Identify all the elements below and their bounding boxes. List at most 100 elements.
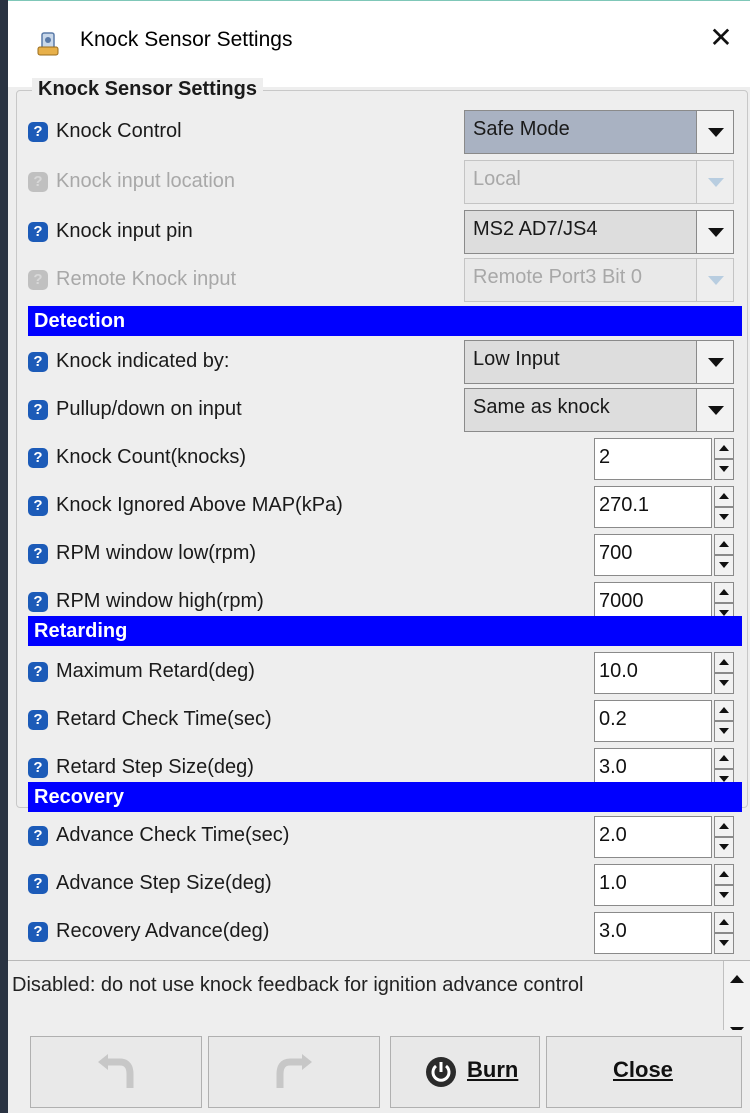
advance-check-time-input[interactable]: 2.0: [594, 816, 712, 858]
help-icon[interactable]: ?: [28, 400, 48, 420]
retard-check-time-input[interactable]: 0.2: [594, 700, 712, 742]
setting-row-advance-step-size: ? Advance Step Size(deg) 1.0: [24, 862, 742, 908]
spin-up-icon[interactable]: [714, 438, 734, 459]
setting-row-knock-input-pin: ? Knock input pin MS2 AD7/JS4: [24, 210, 742, 256]
maximum-retard-input[interactable]: 10.0: [594, 652, 712, 694]
spin-up-icon[interactable]: [714, 864, 734, 885]
setting-label: RPM window low(rpm): [56, 542, 257, 564]
input-value: 3.0: [599, 756, 627, 778]
close-label: Close: [613, 1057, 673, 1082]
advance-step-size-input[interactable]: 1.0: [594, 864, 712, 906]
close-button[interactable]: Close: [546, 1036, 742, 1108]
chevron-down-icon[interactable]: [696, 111, 733, 153]
knock-control-select[interactable]: Safe Mode: [464, 110, 734, 154]
chevron-down-icon[interactable]: [696, 211, 733, 253]
burn-label: Burn: [467, 1057, 519, 1082]
setting-row-knock-indicated-by: ? Knock indicated by: Low Input: [24, 340, 742, 386]
select-value: Local: [473, 168, 521, 190]
pullup-down-select[interactable]: Same as knock: [464, 388, 734, 432]
setting-label: Retard Step Size(deg): [56, 756, 254, 778]
spin-down-icon[interactable]: [714, 673, 734, 694]
select-value: MS2 AD7/JS4: [473, 218, 598, 240]
advance-step-size-spinner[interactable]: [714, 864, 734, 906]
setting-row-knock-control: ? Knock Control Safe Mode: [24, 110, 742, 156]
spin-down-icon[interactable]: [714, 721, 734, 742]
spin-up-icon[interactable]: [714, 700, 734, 721]
help-icon[interactable]: ?: [28, 592, 48, 612]
setting-label: Knock Ignored Above MAP(kPa): [56, 494, 343, 516]
input-value: 10.0: [599, 660, 638, 682]
recovery-advance-spinner[interactable]: [714, 912, 734, 954]
setting-label: Knock input location: [56, 170, 236, 192]
help-text: Disabled: do not use knock feedback for …: [12, 974, 584, 996]
help-icon[interactable]: ?: [28, 352, 48, 372]
close-window-button[interactable]: ✕: [706, 23, 736, 53]
knock-ignored-above-map-input[interactable]: 270.1: [594, 486, 712, 528]
maximum-retard-spinner[interactable]: [714, 652, 734, 694]
setting-label: Knock Count(knocks): [56, 446, 247, 468]
chevron-down-icon: [696, 161, 733, 203]
chevron-down-icon[interactable]: [696, 341, 733, 383]
burn-button[interactable]: Burn: [390, 1036, 540, 1108]
help-icon: ?: [28, 270, 48, 290]
setting-label: Knock indicated by:: [56, 350, 230, 372]
setting-row-knock-ignored-above-map: ? Knock Ignored Above MAP(kPa) 270.1: [24, 484, 742, 530]
help-icon[interactable]: ?: [28, 710, 48, 730]
spin-up-icon[interactable]: [714, 582, 734, 603]
help-icon[interactable]: ?: [28, 222, 48, 242]
input-value: 2: [599, 446, 611, 468]
help-icon[interactable]: ?: [28, 122, 48, 142]
input-value: 700: [599, 542, 633, 564]
help-icon[interactable]: ?: [28, 874, 48, 894]
setting-label: Advance Step Size(deg): [56, 872, 272, 894]
spin-up-icon[interactable]: [714, 912, 734, 933]
spin-up-icon[interactable]: [714, 748, 734, 769]
setting-row-rpm-window-low: ? RPM window low(rpm) 700: [24, 532, 742, 578]
setting-row-retard-check-time: ? Retard Check Time(sec) 0.2: [24, 698, 742, 744]
spin-down-icon[interactable]: [714, 507, 734, 528]
help-icon[interactable]: ?: [28, 922, 48, 942]
rpm-window-low-input[interactable]: 700: [594, 534, 712, 576]
spin-down-icon[interactable]: [714, 459, 734, 480]
setting-row-knock-input-location: ? Knock input location Local: [24, 160, 742, 206]
undo-icon: [98, 1054, 134, 1088]
retard-check-time-spinner[interactable]: [714, 700, 734, 742]
recovery-advance-input[interactable]: 3.0: [594, 912, 712, 954]
spin-up-icon[interactable]: [714, 486, 734, 507]
redo-icon: [276, 1054, 312, 1088]
window-title: Knock Sensor Settings: [80, 28, 293, 51]
setting-row-knock-count: ? Knock Count(knocks) 2: [24, 436, 742, 482]
spin-down-icon[interactable]: [714, 555, 734, 576]
spin-down-icon[interactable]: [714, 933, 734, 954]
chevron-down-icon[interactable]: [696, 389, 733, 431]
knock-input-pin-select[interactable]: MS2 AD7/JS4: [464, 210, 734, 254]
spin-up-icon[interactable]: [714, 816, 734, 837]
spin-up-icon[interactable]: [714, 652, 734, 673]
help-icon[interactable]: ?: [28, 448, 48, 468]
select-value: Low Input: [473, 348, 560, 370]
help-icon[interactable]: ?: [28, 826, 48, 846]
redo-button: [208, 1036, 380, 1108]
spin-down-icon[interactable]: [714, 885, 734, 906]
knock-count-spinner[interactable]: [714, 438, 734, 480]
help-icon[interactable]: ?: [28, 758, 48, 778]
help-icon[interactable]: ?: [28, 544, 48, 564]
help-icon[interactable]: ?: [28, 662, 48, 682]
spin-down-icon[interactable]: [714, 837, 734, 858]
help-icon: ?: [28, 172, 48, 192]
knock-indicated-by-select[interactable]: Low Input: [464, 340, 734, 384]
knock-count-input[interactable]: 2: [594, 438, 712, 480]
input-value: 3.0: [599, 920, 627, 942]
setting-label: Remote Knock input: [56, 268, 237, 290]
knock-ignored-above-map-spinner[interactable]: [714, 486, 734, 528]
select-value: Same as knock: [473, 396, 610, 418]
title-bar: Knock Sensor Settings ✕: [8, 0, 750, 87]
help-icon[interactable]: ?: [28, 496, 48, 516]
input-value: 7000: [599, 590, 644, 612]
setting-label: Maximum Retard(deg): [56, 660, 255, 682]
advance-check-time-spinner[interactable]: [714, 816, 734, 858]
spin-up-icon[interactable]: [714, 534, 734, 555]
setting-label: Recovery Advance(deg): [56, 920, 270, 942]
section-header-retarding: Retarding: [28, 616, 742, 646]
rpm-window-low-spinner[interactable]: [714, 534, 734, 576]
